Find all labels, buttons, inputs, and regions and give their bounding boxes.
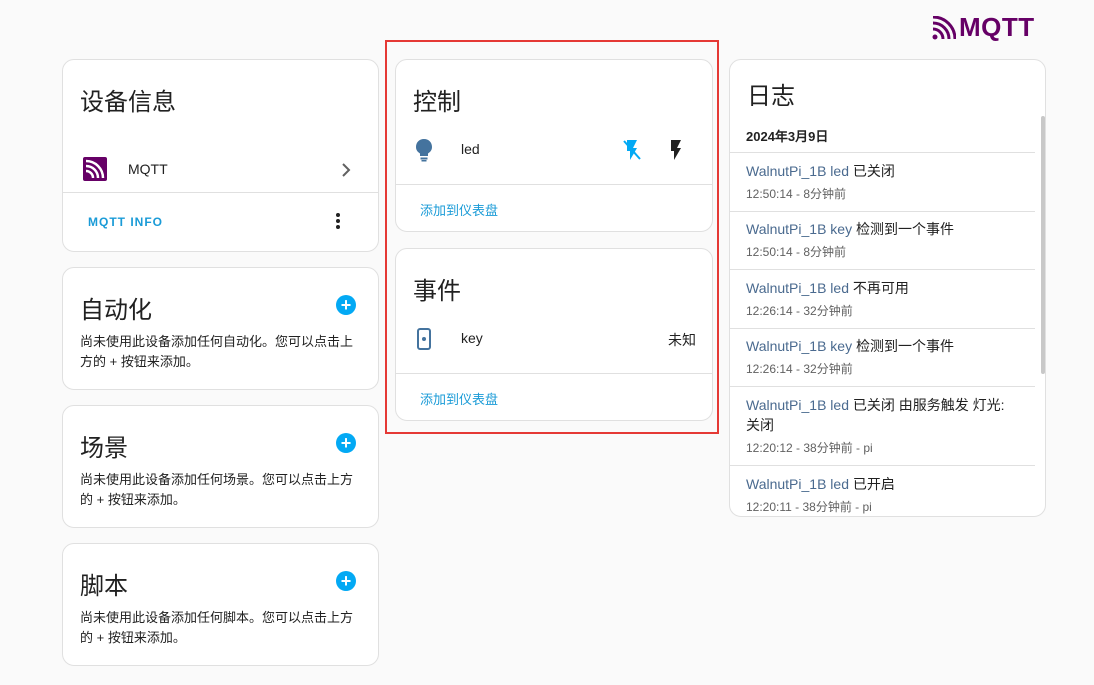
controls-card: 控制 led 添加到仪表盘	[395, 59, 713, 232]
log-entity[interactable]: WalnutPi_1B led	[746, 280, 849, 296]
automation-title: 自动化	[80, 297, 152, 324]
log-meta: 12:50:14 - 8分钟前	[746, 187, 847, 201]
log-entry: WalnutPi_1B led 不再可用 12:26:14 - 32分钟前	[730, 270, 1035, 329]
logbook-scrollbar[interactable]	[1041, 116, 1045, 374]
events-title: 事件	[413, 278, 461, 305]
log-entry: WalnutPi_1B led 已关闭 由服务触发 灯光: 关闭 12:20:1…	[730, 387, 1035, 466]
log-message: 检测到一个事件	[855, 338, 954, 354]
led-entity-name: led	[461, 141, 480, 157]
logbook-card: 日志 2024年3月9日 WalnutPi_1B led 已关闭 12:50:1…	[729, 59, 1046, 517]
log-entry: WalnutPi_1B key 检测到一个事件 12:50:14 - 8分钟前	[730, 212, 1035, 270]
device-info-card: 设备信息 MQTT MQTT INFO	[62, 59, 379, 252]
log-entry: WalnutPi_1B led 已开启 12:20:11 - 38分钟前 - p…	[730, 466, 1035, 516]
mqtt-integration-icon	[83, 157, 107, 181]
chevron-right-icon	[342, 163, 351, 177]
divider	[63, 192, 378, 193]
log-entity[interactable]: WalnutPi_1B key	[746, 338, 852, 354]
add-scene-button[interactable]: +	[336, 433, 356, 453]
logo-text: MQTT	[959, 12, 1035, 42]
log-meta: 12:50:14 - 8分钟前	[746, 245, 847, 259]
key-entity-row[interactable]: key 未知	[396, 321, 712, 357]
scene-description: 尚未使用此设备添加任何场景。您可以点击上方的 + 按钮来添加。	[80, 472, 354, 507]
add-to-dashboard-link[interactable]: 添加到仪表盘	[420, 200, 498, 219]
script-title: 脚本	[80, 573, 128, 600]
scene-card: 场景 + 尚未使用此设备添加任何场景。您可以点击上方的 + 按钮来添加。	[62, 405, 379, 528]
more-options-icon[interactable]	[336, 213, 340, 229]
log-entity[interactable]: WalnutPi_1B key	[746, 221, 852, 237]
mqtt-info-button[interactable]: MQTT INFO	[88, 215, 163, 229]
logbook-title: 日志	[747, 83, 795, 110]
log-meta: 12:26:14 - 32分钟前	[746, 362, 853, 376]
events-card: 事件 key 未知 添加到仪表盘	[395, 248, 713, 421]
log-meta: 12:26:14 - 32分钟前	[746, 304, 853, 318]
mqtt-signal-icon	[932, 15, 956, 39]
log-meta: 12:20:11 - 38分钟前 - pi	[746, 500, 872, 514]
add-script-button[interactable]: +	[336, 571, 356, 591]
log-message: 已开启	[852, 476, 895, 492]
log-entity[interactable]: WalnutPi_1B led	[746, 476, 849, 492]
remote-icon	[417, 328, 431, 350]
lightbulb-icon	[416, 139, 432, 162]
flash-icon[interactable]	[667, 138, 685, 162]
log-entity[interactable]: WalnutPi_1B led	[746, 163, 849, 179]
log-message: 已关闭	[852, 163, 895, 179]
mqtt-logo: MQTT	[932, 12, 1035, 43]
script-description: 尚未使用此设备添加任何脚本。您可以点击上方的 + 按钮来添加。	[80, 610, 354, 645]
key-entity-name: key	[461, 330, 483, 346]
add-automation-button[interactable]: +	[336, 295, 356, 315]
controls-title: 控制	[413, 89, 461, 116]
divider	[396, 184, 712, 185]
key-entity-state: 未知	[668, 332, 696, 348]
integration-label: MQTT	[128, 161, 168, 177]
logbook-date: 2024年3月9日	[746, 129, 829, 144]
led-entity-row[interactable]: led	[396, 132, 712, 168]
divider	[396, 373, 712, 374]
scene-title: 场景	[80, 435, 128, 462]
script-card: 脚本 + 尚未使用此设备添加任何脚本。您可以点击上方的 + 按钮来添加。	[62, 543, 379, 666]
integration-row[interactable]: MQTT	[63, 148, 378, 192]
device-info-title: 设备信息	[80, 89, 176, 116]
log-meta: 12:20:12 - 38分钟前 - pi	[746, 441, 873, 455]
log-message: 不再可用	[852, 280, 909, 296]
log-entry: WalnutPi_1B key 检测到一个事件 12:26:14 - 32分钟前	[730, 329, 1035, 387]
automation-card: 自动化 + 尚未使用此设备添加任何自动化。您可以点击上方的 + 按钮来添加。	[62, 267, 379, 390]
log-entry: WalnutPi_1B led 已关闭 12:50:14 - 8分钟前	[730, 153, 1035, 212]
add-to-dashboard-link[interactable]: 添加到仪表盘	[420, 389, 498, 408]
log-message: 检测到一个事件	[855, 221, 954, 237]
flash-off-icon[interactable]	[622, 138, 642, 162]
log-entity[interactable]: WalnutPi_1B led	[746, 397, 849, 413]
automation-description: 尚未使用此设备添加任何自动化。您可以点击上方的 + 按钮来添加。	[80, 334, 354, 369]
